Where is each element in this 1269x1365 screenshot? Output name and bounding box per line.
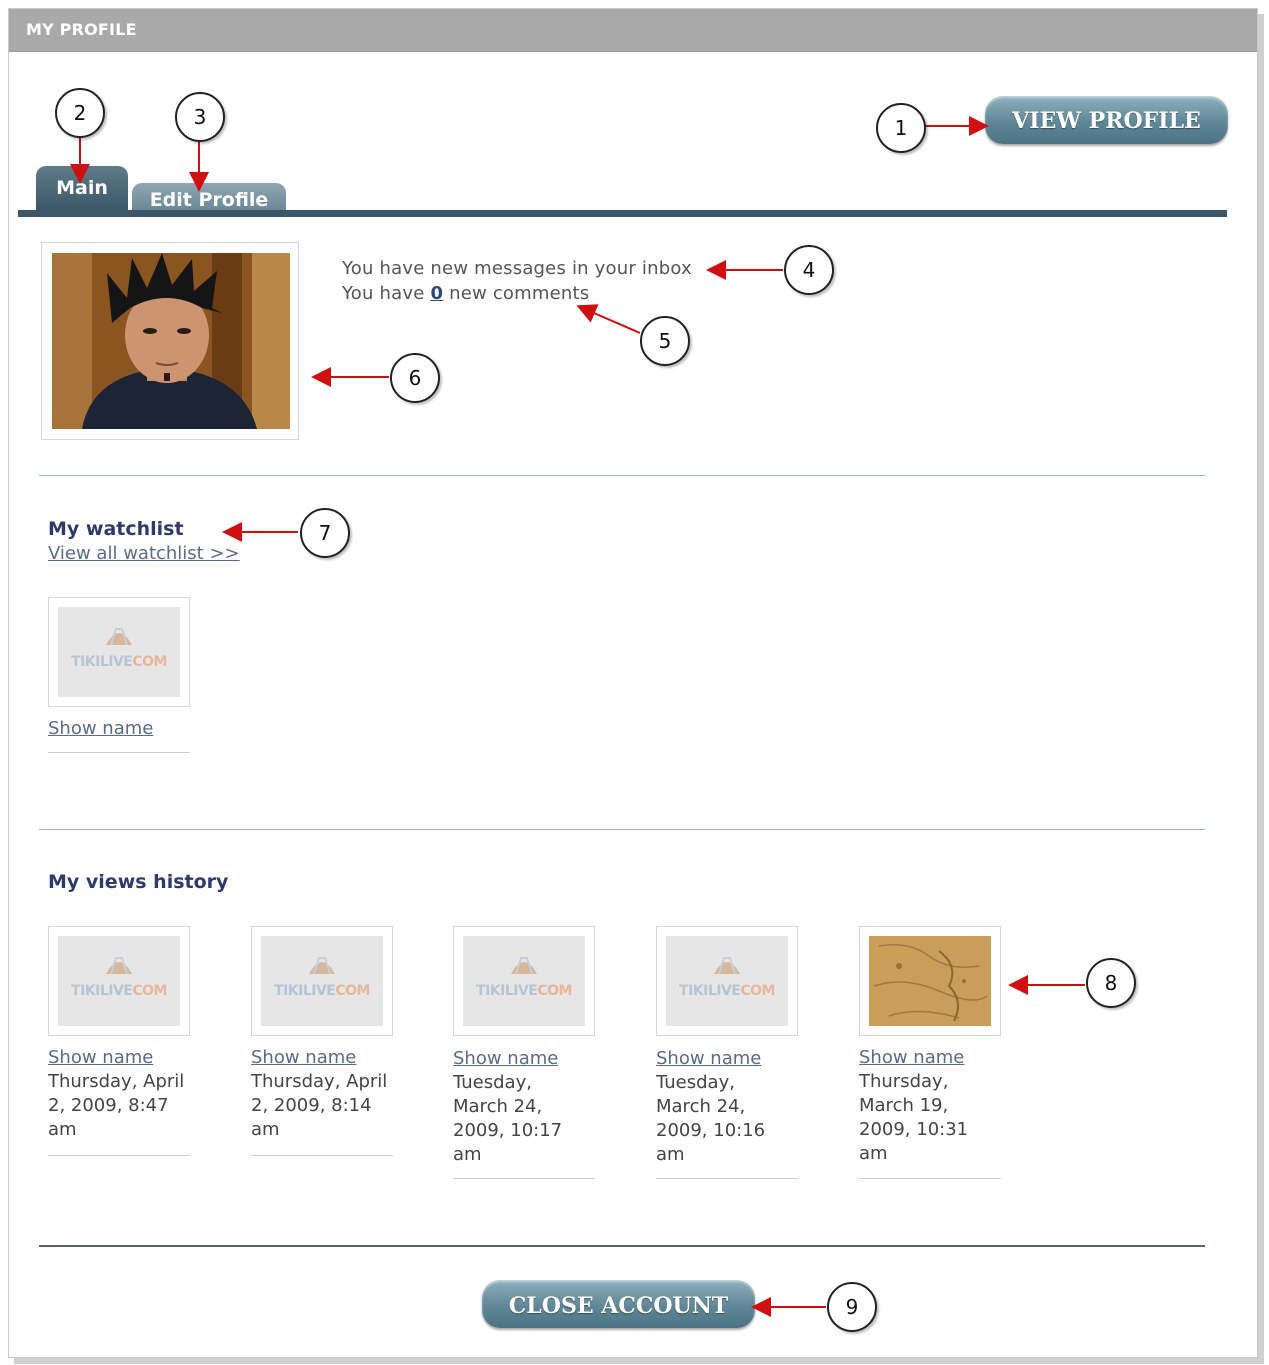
callout-1: 1 (876, 103, 926, 153)
tikilive-logo-placeholder: TIKILIVECOM (463, 936, 585, 1026)
item-underline (48, 752, 190, 753)
divider (39, 1245, 1205, 1247)
history-date-line: Thursday, April (251, 1071, 388, 1092)
history-item: Show name Thursday, April 2, 2009, 8:47 … (48, 1046, 198, 1142)
item-underline (656, 1178, 798, 1179)
tab-edit-profile[interactable]: Edit Profile (132, 183, 286, 211)
show-name-link[interactable]: Show name (656, 1047, 806, 1071)
history-date-line: 2, 2009, 8:47 (48, 1095, 169, 1116)
history-thumbnail[interactable]: TIKILIVECOM (48, 926, 190, 1036)
history-date-line: March 24, (453, 1096, 543, 1117)
item-underline (48, 1155, 190, 1156)
satellite-dish-icon (106, 628, 132, 646)
history-date-line: am (859, 1143, 888, 1164)
item-underline (251, 1155, 393, 1156)
divider (39, 475, 1205, 476)
history-thumbnail[interactable] (859, 926, 1001, 1036)
comments-suffix: new comments (449, 283, 590, 304)
brand-left: TIKILIVE (476, 983, 538, 999)
item-underline (859, 1178, 1001, 1179)
history-date-line: Tuesday, (656, 1072, 735, 1093)
comments-prefix: You have (342, 283, 425, 304)
history-date-line: March 19, (859, 1095, 949, 1116)
callout-5: 5 (640, 316, 690, 366)
brand-right: COM (132, 654, 167, 670)
old-map-image (869, 936, 991, 1026)
panel-title-bar: MY PROFILE (9, 9, 1257, 52)
brand-right: COM (537, 983, 572, 999)
brand-left: TIKILIVE (71, 983, 133, 999)
close-account-button[interactable]: CLOSE ACCOUNT (482, 1280, 755, 1328)
history-item: Show name Thursday, April 2, 2009, 8:14 … (251, 1046, 401, 1142)
brand-left: TIKILIVE (71, 654, 133, 670)
history-thumbnail[interactable]: TIKILIVECOM (656, 926, 798, 1036)
callout-9: 9 (827, 1282, 877, 1332)
history-date-line: am (453, 1144, 482, 1165)
satellite-dish-icon (106, 957, 132, 975)
watchlist-thumbnail[interactable]: TIKILIVECOM (48, 597, 190, 707)
brand-left: TIKILIVE (679, 983, 741, 999)
callout-8: 8 (1086, 958, 1136, 1008)
history-date-line: 2009, 10:17 (453, 1120, 563, 1141)
tab-underline (18, 210, 1227, 217)
watchlist-title: My watchlist (48, 518, 184, 540)
history-thumbnail[interactable]: TIKILIVECOM (453, 926, 595, 1036)
new-comments-text: You have 0 new comments (342, 283, 589, 304)
satellite-dish-icon (309, 957, 335, 975)
show-name-link[interactable]: Show name (251, 1046, 401, 1070)
view-all-watchlist-link[interactable]: View all watchlist >> (48, 543, 240, 564)
tikilive-logo-placeholder: TIKILIVECOM (261, 936, 383, 1026)
new-messages-text: You have new messages in your inbox (342, 258, 692, 279)
avatar (52, 253, 290, 429)
item-underline (453, 1178, 595, 1179)
history-date-line: am (251, 1119, 280, 1140)
brand-left: TIKILIVE (274, 983, 336, 999)
callout-4: 4 (784, 245, 834, 295)
show-name-link[interactable]: Show name (48, 1046, 198, 1070)
history-item: Show name Tuesday, March 24, 2009, 10:17… (453, 1047, 603, 1167)
panel-title: MY PROFILE (26, 20, 137, 39)
show-name-link[interactable]: Show name (453, 1047, 603, 1071)
brand-right: COM (335, 983, 370, 999)
show-name-link[interactable]: Show name (48, 717, 153, 741)
brand-right: COM (132, 983, 167, 999)
history-date-line: am (656, 1144, 685, 1165)
tikilive-logo-placeholder: TIKILIVECOM (58, 607, 180, 697)
view-profile-button[interactable]: VIEW PROFILE (985, 96, 1228, 144)
history-date-line: 2009, 10:16 (656, 1120, 766, 1141)
callout-6: 6 (390, 353, 440, 403)
avatar-photo (52, 253, 290, 429)
callout-3: 3 (175, 92, 225, 142)
views-history-title: My views history (48, 871, 229, 893)
tikilive-logo-placeholder: TIKILIVECOM (666, 936, 788, 1026)
history-date-line: Tuesday, (453, 1072, 532, 1093)
divider (39, 829, 1205, 830)
history-thumbnail[interactable]: TIKILIVECOM (251, 926, 393, 1036)
history-date-line: March 24, (656, 1096, 746, 1117)
history-date-line: 2009, 10:31 (859, 1119, 969, 1140)
history-item: Show name Thursday, March 19, 2009, 10:3… (859, 1046, 1009, 1166)
history-item: Show name Tuesday, March 24, 2009, 10:16… (656, 1047, 806, 1167)
map-image (869, 936, 991, 1026)
brand-right: COM (740, 983, 775, 999)
history-date-line: 2, 2009, 8:14 (251, 1095, 372, 1116)
profile-avatar[interactable] (41, 242, 299, 440)
satellite-dish-icon (511, 957, 537, 975)
watchlist-item: Show name (48, 717, 153, 741)
comments-count-link[interactable]: 0 (430, 283, 443, 304)
history-date-line: Thursday, (859, 1071, 949, 1092)
satellite-dish-icon (714, 957, 740, 975)
show-name-link[interactable]: Show name (859, 1046, 1009, 1070)
tab-main[interactable]: Main (36, 166, 128, 210)
tikilive-logo-placeholder: TIKILIVECOM (58, 936, 180, 1026)
history-date-line: am (48, 1119, 77, 1140)
callout-7: 7 (300, 508, 350, 558)
callout-2: 2 (55, 88, 105, 138)
history-date-line: Thursday, April (48, 1071, 185, 1092)
